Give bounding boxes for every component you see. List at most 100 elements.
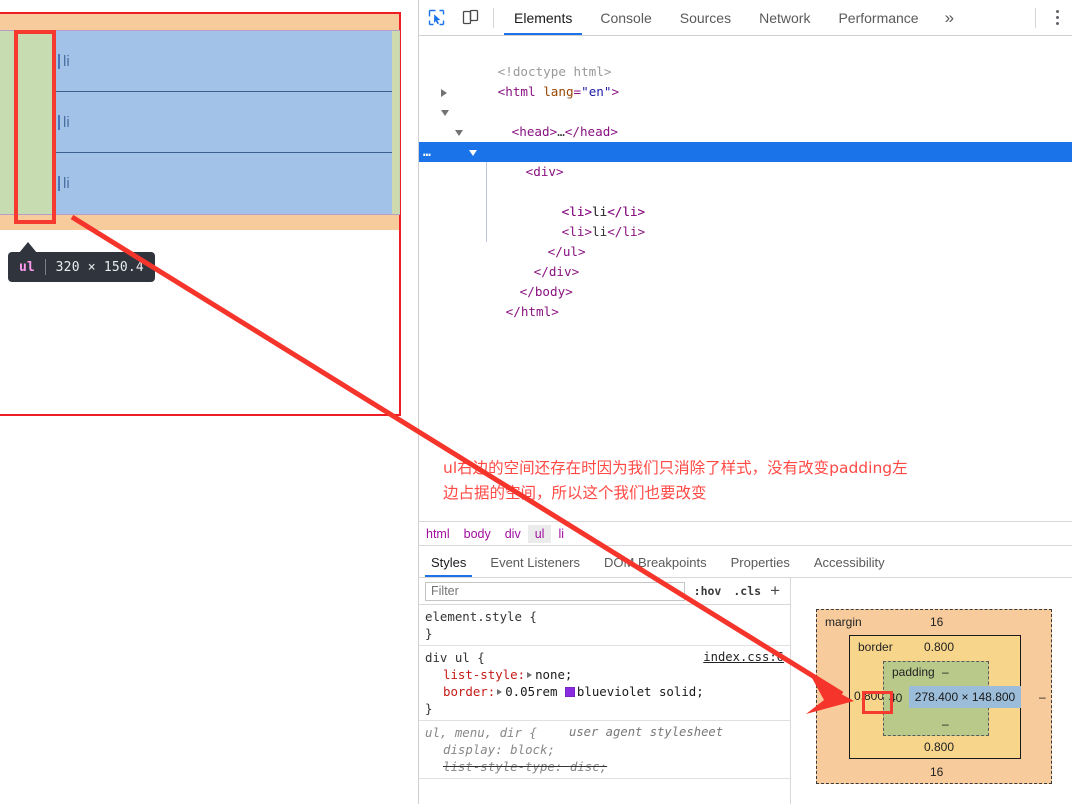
hover-state-button[interactable]: :hov — [691, 584, 725, 598]
list-item: li — [52, 92, 392, 153]
declaration-property[interactable]: list-style: — [425, 667, 525, 682]
tab-network-label: Network — [759, 9, 811, 26]
expand-arrow-icon[interactable] — [527, 672, 533, 678]
box-model-content-size[interactable]: 278.400 × 148.800 — [909, 686, 1021, 708]
tab-network[interactable]: Network — [745, 0, 824, 35]
declaration-property[interactable]: border: — [425, 684, 495, 699]
styles-filter-input[interactable] — [425, 581, 685, 601]
margin-bottom-value[interactable]: 16 — [930, 765, 943, 779]
devtools-panel: Elements Console Sources Network Perform… — [418, 0, 1072, 804]
rule-selector: element.style { — [425, 609, 537, 624]
device-toolbar-icon[interactable] — [453, 0, 487, 35]
toolbar-divider-right — [1035, 7, 1036, 28]
style-rule-user-agent[interactable]: ul, menu, dir { user agent stylesheet di… — [419, 721, 790, 779]
dom-line-html[interactable]: <html lang="en"> — [419, 62, 1072, 99]
chinese-annotation: ul右边的空间还存在时因为我们只消除了样式，没有改变padding左 边占据的空… — [443, 456, 1063, 502]
tab-accessibility-label: Accessibility — [813, 554, 885, 570]
list-item: li — [52, 31, 392, 92]
style-rule-element-style[interactable]: element.style { } — [419, 605, 790, 646]
border-bottom-value[interactable]: 0.800 — [924, 740, 954, 754]
breadcrumb: html body div ul li — [419, 521, 1072, 546]
tab-console[interactable]: Console — [586, 0, 665, 35]
tab-sources[interactable]: Sources — [666, 0, 745, 35]
margin-left-value[interactable]: – — [825, 690, 832, 704]
tab-performance-label: Performance — [838, 9, 919, 26]
dom-line-doctype[interactable]: <!doctype html> — [419, 42, 1072, 79]
styles-tab-strip: Styles Event Listeners DOM Breakpoints P… — [419, 547, 1072, 578]
dom-line-li-1[interactable]: <li>li</li> — [419, 162, 1072, 242]
dom-line-head[interactable]: <head>…</head> — [419, 82, 1072, 139]
padding-top-value[interactable]: – — [942, 665, 949, 679]
toolbar-divider — [493, 7, 494, 28]
dom-line-ul-close[interactable]: </ul> — [419, 222, 1072, 259]
declaration-value-prefix: 0.05rem — [505, 684, 565, 699]
screenshot-root: li li li ul 320 × 150.4 Elements Console… — [0, 0, 1072, 804]
declaration-value[interactable]: blueviolet solid; — [577, 684, 704, 699]
padding-bottom-value[interactable]: – — [942, 717, 949, 731]
tooltip-divider — [44, 259, 46, 275]
breadcrumb-ul[interactable]: ul — [527, 524, 552, 543]
annotation-line-1: ul右边的空间还存在时因为我们只消除了样式，没有改变padding左 — [443, 459, 908, 477]
declaration-value[interactable]: disc; — [570, 759, 607, 774]
declaration-value[interactable]: block; — [510, 742, 555, 757]
styles-pane: :hov .cls + element.style { } div ul { i… — [419, 578, 791, 804]
tab-accessibility[interactable]: Accessibility — [802, 547, 897, 577]
border-top-value[interactable]: 0.800 — [924, 640, 954, 654]
more-options-icon[interactable] — [1042, 10, 1072, 25]
dom-line-body-close[interactable]: </body> — [419, 262, 1072, 299]
text-cursor-icon — [58, 114, 60, 130]
list-item: li — [52, 153, 392, 214]
tab-elements-label: Elements — [514, 9, 573, 26]
more-tabs-chevron-icon[interactable]: » — [933, 0, 966, 35]
declaration-value[interactable]: none; — [535, 667, 572, 682]
tab-event-listeners[interactable]: Event Listeners — [478, 547, 592, 577]
new-style-rule-button[interactable]: + — [770, 581, 784, 601]
tab-elements[interactable]: Elements — [500, 0, 586, 35]
declaration-property[interactable]: display: — [425, 742, 503, 757]
breadcrumb-li[interactable]: li — [551, 525, 571, 543]
tab-styles[interactable]: Styles — [419, 547, 478, 577]
devtools-toolbar: Elements Console Sources Network Perform… — [419, 0, 1072, 36]
border-label: border — [858, 640, 893, 654]
expand-arrow-icon[interactable] — [497, 689, 503, 695]
tooltip-dimensions: 320 × 150.4 — [55, 259, 144, 275]
padding-label: padding — [892, 665, 935, 679]
class-toggle-button[interactable]: .cls — [730, 584, 764, 598]
inspect-element-icon[interactable] — [419, 0, 453, 35]
toolbar-right-group — [1029, 0, 1072, 35]
tab-dom-breakpoints-label: DOM Breakpoints — [604, 554, 707, 570]
dom-line-li-2[interactable]: <li>li</li> — [419, 182, 1072, 219]
tab-dom-breakpoints[interactable]: DOM Breakpoints — [592, 547, 719, 577]
box-model-padding[interactable]: padding – – 40 – 278.400 × 148.800 — [883, 661, 1021, 736]
breadcrumb-div[interactable]: div — [498, 525, 528, 543]
box-model-margin[interactable]: margin 16 16 – – border 0.800 0.800 0.80… — [816, 609, 1052, 784]
tab-properties-label: Properties — [730, 554, 790, 570]
rule-source-link[interactable]: index.css:6 — [703, 649, 784, 666]
breadcrumb-body[interactable]: body — [457, 525, 498, 543]
dom-line-li-3[interactable]: <li>li</li> — [419, 202, 1072, 239]
color-swatch-icon[interactable] — [564, 687, 575, 697]
dom-line-div-close[interactable]: </div> — [419, 242, 1072, 279]
styles-filter-bar: :hov .cls + — [419, 578, 790, 605]
list-item-label: li — [63, 175, 70, 192]
text-cursor-icon — [58, 53, 60, 69]
margin-label: margin — [825, 615, 862, 629]
list-item-label: li — [63, 52, 70, 70]
declaration-property[interactable]: list-style-type: — [425, 759, 562, 774]
tab-performance[interactable]: Performance — [824, 0, 932, 35]
dom-line-ul-selected[interactable]: … <ul> == $0 — [419, 142, 1072, 239]
style-rule-div-ul[interactable]: div ul { index.css:6 list-style: none; bo… — [419, 646, 790, 721]
margin-right-value[interactable]: – — [1039, 690, 1046, 704]
tab-styles-label: Styles — [431, 554, 467, 570]
tab-properties[interactable]: Properties — [719, 547, 802, 577]
margin-top-value[interactable]: 16 — [930, 615, 943, 629]
box-model-pane: margin 16 16 – – border 0.800 0.800 0.80… — [792, 578, 1072, 804]
dom-line-div[interactable]: <div> — [419, 122, 1072, 179]
rendered-page-pane: li li li ul 320 × 150.4 — [0, 0, 418, 804]
dom-line-body[interactable]: <body> — [419, 102, 1072, 159]
dom-line-html-close[interactable]: </html> — [419, 282, 1072, 319]
breadcrumb-html[interactable]: html — [419, 525, 457, 543]
devtools-tab-strip: Elements Console Sources Network Perform… — [500, 0, 966, 35]
rule-selector: div ul { — [425, 650, 485, 665]
tab-sources-label: Sources — [679, 9, 732, 26]
